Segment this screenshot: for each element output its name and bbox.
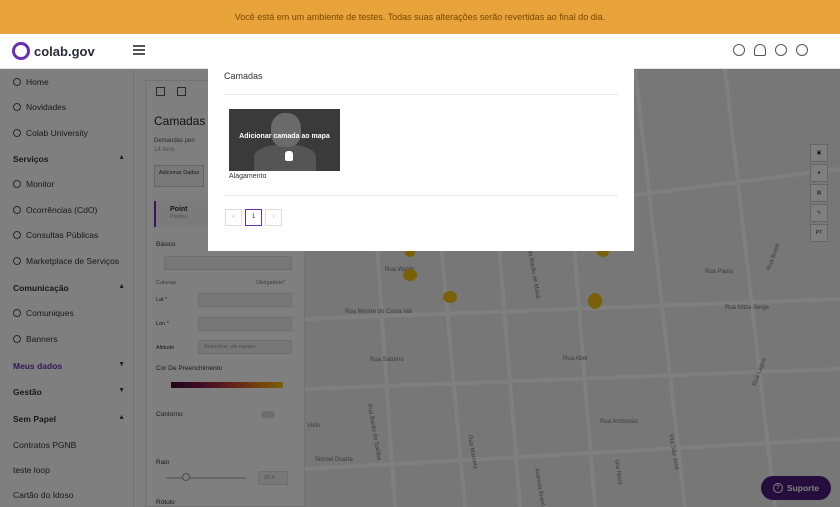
modal-divider: [224, 195, 618, 196]
bell-icon[interactable]: [754, 44, 766, 56]
pagination: ‹ 1 ›: [225, 209, 282, 226]
test-environment-banner: Você está em um ambiente de testes. Toda…: [0, 0, 840, 34]
page-button-1[interactable]: 1: [245, 209, 262, 226]
layer-card-alagamento[interactable]: Adicionar camada ao mapa: [229, 109, 340, 171]
layer-name: Alagamento: [229, 173, 267, 180]
hand-cursor-icon: [285, 151, 293, 161]
next-page-button[interactable]: ›: [265, 209, 282, 226]
gear-icon[interactable]: [733, 44, 745, 56]
help-icon[interactable]: [775, 44, 787, 56]
logout-icon[interactable]: [796, 44, 808, 56]
top-icons: [733, 44, 808, 56]
modal-divider: [224, 94, 618, 95]
prev-page-button[interactable]: ‹: [225, 209, 242, 226]
menu-toggle-icon[interactable]: [133, 45, 145, 55]
layer-thumbnail-head: [271, 113, 301, 147]
logo-icon: [12, 42, 30, 60]
add-layer-label[interactable]: Adicionar camada ao mapa: [229, 133, 340, 140]
logo-text: colab.gov: [34, 43, 95, 59]
modal-title: Camadas: [224, 71, 263, 81]
banner-text: Você está em um ambiente de testes. Toda…: [234, 12, 606, 22]
logo[interactable]: colab.gov: [12, 42, 95, 60]
layers-modal: Camadas Adicionar camada ao mapa Alagame…: [208, 54, 634, 251]
